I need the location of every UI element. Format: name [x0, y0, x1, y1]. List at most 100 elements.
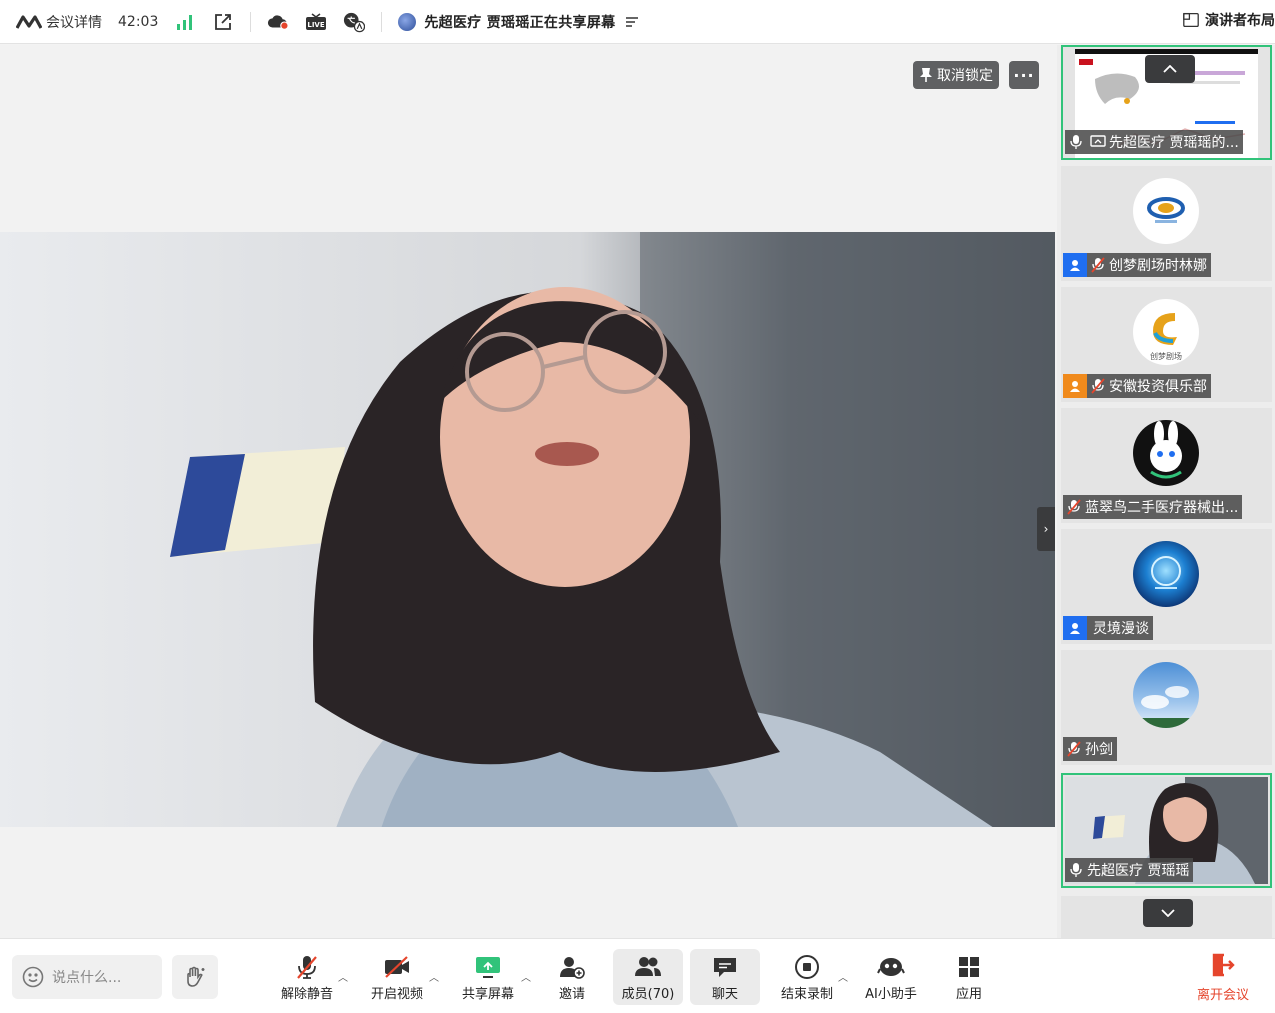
chat-icon: [712, 953, 738, 981]
invite-label: 邀请: [558, 986, 585, 1002]
top-bar: 会议详情 42:03 LIVE 先超医疗 贾瑶瑶正在共享屏幕 演讲者布局: [0, 0, 1275, 44]
unmute-button[interactable]: 解除静音: [272, 949, 342, 1005]
participant-tile[interactable]: 灵境漫谈: [1061, 529, 1272, 644]
speaker-video[interactable]: [0, 232, 1055, 827]
apps-button[interactable]: 应用: [934, 949, 1004, 1005]
members-button[interactable]: 成员(70): [613, 949, 683, 1005]
menu-icon: [626, 16, 639, 27]
invite-button[interactable]: 邀请: [537, 949, 607, 1005]
stop-recording-button[interactable]: 结束录制: [772, 949, 842, 1005]
rabbit-avatar: [1133, 420, 1199, 486]
participant-tile[interactable]: 创梦剧场 安徽投资俱乐部: [1061, 287, 1272, 402]
unlock-label: 取消锁定: [937, 68, 993, 84]
speaker-layout-label: 演讲者布局: [1205, 13, 1275, 29]
start-video-label: 开启视频: [370, 986, 423, 1002]
host-icon: [1063, 253, 1087, 277]
participant-tile-screen-share[interactable]: 先超医疗 贾瑶瑶的...: [1061, 45, 1272, 160]
pin-icon: [920, 68, 932, 82]
participant-name: 灵境漫谈: [1093, 621, 1149, 637]
logo-avatar: [1133, 178, 1199, 244]
ai-assistant-button[interactable]: AI小助手: [856, 949, 926, 1005]
participant-tile[interactable]: 创梦剧场时林娜: [1061, 166, 1272, 281]
share-screen-button[interactable]: 共享屏幕: [453, 949, 523, 1005]
globe-avatar: [1133, 541, 1199, 607]
video-off-icon: [383, 953, 411, 981]
start-video-button[interactable]: 开启视频: [362, 949, 432, 1005]
mic-muted-icon: [1087, 254, 1109, 276]
mic-muted-icon: [294, 953, 320, 981]
chat-button[interactable]: 聊天: [690, 949, 760, 1005]
record-options-caret-icon[interactable]: ︿: [838, 969, 848, 984]
audio-options-caret-icon[interactable]: ︿: [338, 969, 348, 984]
leave-meeting-label: 离开会议: [1196, 987, 1249, 1003]
participant-label: 灵境漫谈: [1063, 616, 1153, 640]
divider: [250, 11, 252, 32]
participant-name: 安徽投资俱乐部: [1109, 379, 1207, 395]
participant-label: 蓝翠鸟二手医疗器械出...: [1063, 495, 1243, 519]
mic-muted-icon: [1063, 496, 1085, 518]
meeting-details-label: 会议详情: [46, 14, 102, 31]
members-label: 成员(70): [621, 986, 675, 1002]
exit-icon: [1210, 952, 1236, 982]
collapse-sidebar-button[interactable]: ›: [1037, 507, 1055, 551]
stop-recording-label: 结束录制: [780, 986, 833, 1002]
raise-hand-button[interactable]: [172, 955, 218, 999]
leave-meeting-button[interactable]: 离开会议: [1197, 949, 1249, 1005]
apps-label: 应用: [955, 986, 982, 1002]
video-options-caret-icon[interactable]: ︿: [429, 969, 439, 984]
scroll-down-button[interactable]: [1143, 899, 1193, 927]
participant-label: 先超医疗 贾瑶瑶的...: [1065, 130, 1243, 154]
avatar-logo-text: 创梦剧场: [1150, 351, 1182, 361]
participant-list: 先超医疗 贾瑶瑶的... 创梦剧场时林娜 创梦剧场 安徽投资俱乐部 蓝翠鸟二手医…: [1057, 45, 1275, 938]
mic-muted-icon: [1087, 375, 1109, 397]
participant-label: 创梦剧场时林娜: [1063, 253, 1211, 277]
signal-strength-icon[interactable]: [174, 11, 196, 33]
ai-assistant-label: AI小助手: [865, 986, 917, 1002]
layout-icon: [1183, 12, 1199, 28]
participant-tile[interactable]: 孙剑: [1061, 650, 1272, 765]
share-screen-label: 共享屏幕: [461, 986, 514, 1002]
meeting-timer: 42:03: [118, 13, 159, 30]
participant-tile-partial[interactable]: [1061, 896, 1272, 938]
apps-grid-icon: [957, 953, 981, 981]
hand-icon: [187, 966, 205, 987]
participant-tile[interactable]: 蓝翠鸟二手医疗器械出...: [1061, 408, 1272, 523]
external-window-icon[interactable]: [212, 11, 234, 33]
participant-name: 孙剑: [1085, 742, 1113, 758]
quick-chat-input[interactable]: 说点什么...: [12, 955, 162, 999]
unlock-button[interactable]: 取消锁定: [913, 61, 999, 89]
mic-icon: [1065, 859, 1087, 881]
meeting-details-button[interactable]: 会议详情: [0, 12, 102, 32]
main-stage: 取消锁定 ··· ›: [0, 45, 1057, 938]
chevron-down-icon: [1161, 909, 1175, 917]
live-icon[interactable]: LIVE: [305, 11, 327, 33]
emoji-icon: [22, 966, 44, 988]
more-options-button[interactable]: ···: [1009, 61, 1039, 89]
mic-muted-icon: [1063, 738, 1085, 760]
sharer-avatar: [398, 12, 417, 31]
participant-name: 蓝翠鸟二手医疗器械出...: [1085, 500, 1239, 516]
participant-name: 创梦剧场时林娜: [1109, 258, 1207, 274]
chat-placeholder: 说点什么...: [52, 970, 122, 986]
scroll-up-button[interactable]: [1145, 55, 1195, 83]
screen-share-icon: [1087, 131, 1109, 153]
participant-tile-video[interactable]: 先超医疗 贾瑶瑶: [1061, 773, 1272, 888]
cloud-recording-icon[interactable]: [267, 11, 289, 33]
invite-icon: [558, 953, 586, 981]
members-icon: [633, 953, 663, 981]
share-screen-icon: [474, 953, 502, 981]
cohost-icon: [1063, 374, 1087, 398]
unmute-label: 解除静音: [280, 986, 333, 1002]
translate-icon[interactable]: [343, 11, 366, 33]
chat-label: 聊天: [711, 986, 738, 1002]
share-options-caret-icon[interactable]: ︿: [521, 969, 531, 984]
stage-tools: 取消锁定 ···: [913, 61, 1039, 89]
participant-label: 安徽投资俱乐部: [1063, 374, 1211, 398]
bottom-toolbar: 说点什么... 解除静音 ︿ 开启视频 ︿ 共享屏幕 ︿ 邀请 成员(70) 聊…: [0, 938, 1275, 1013]
mic-icon: [1065, 131, 1087, 153]
screen-share-status[interactable]: 先超医疗 贾瑶瑶正在共享屏幕: [398, 12, 639, 32]
ai-assistant-icon: [877, 953, 905, 981]
speaker-layout-button[interactable]: 演讲者布局: [1183, 10, 1275, 30]
chevron-right-icon: ›: [1043, 522, 1049, 536]
participant-label: 先超医疗 贾瑶瑶: [1065, 858, 1194, 882]
